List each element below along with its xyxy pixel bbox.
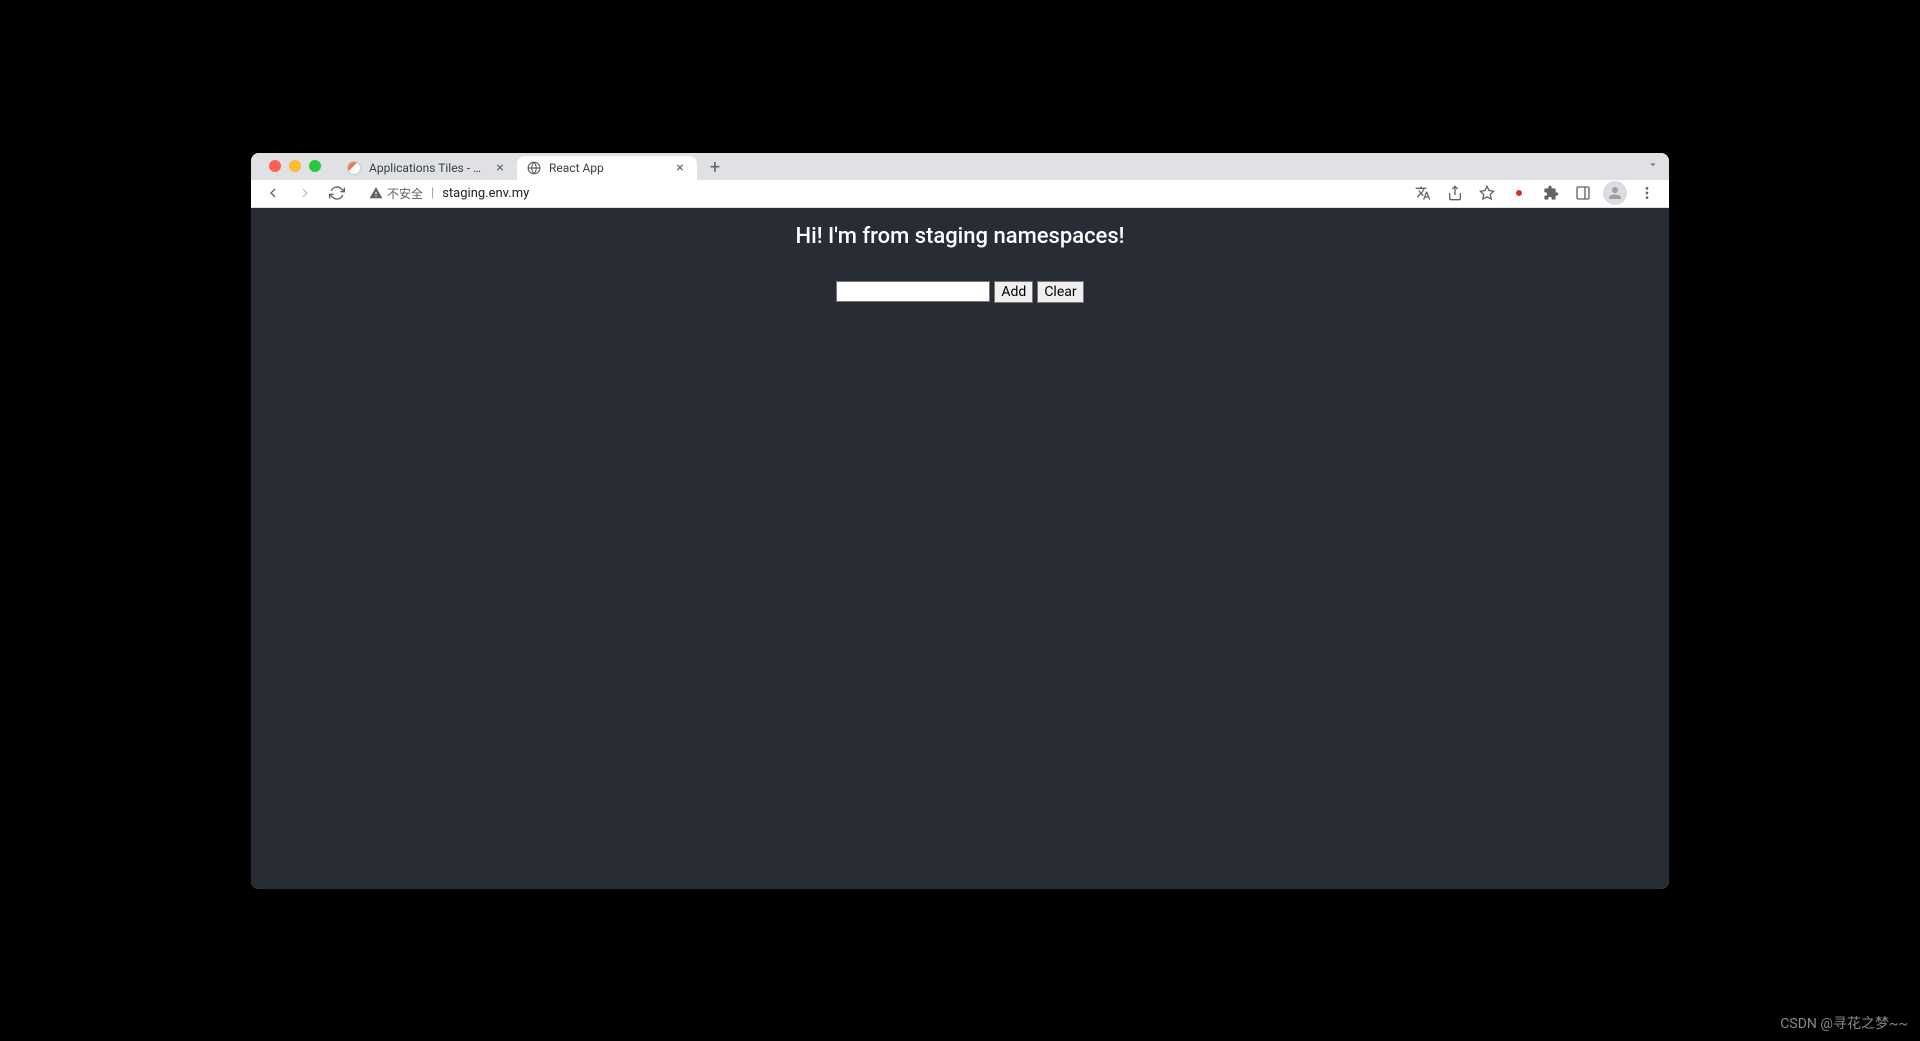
forward-button[interactable] xyxy=(291,179,319,207)
globe-favicon-icon xyxy=(527,161,541,175)
share-button[interactable] xyxy=(1441,179,1469,207)
warning-icon xyxy=(369,186,383,200)
menu-button[interactable] xyxy=(1633,179,1661,207)
divider: | xyxy=(431,186,434,201)
security-indicator[interactable]: 不安全 xyxy=(369,185,423,202)
notification-icon[interactable] xyxy=(1505,179,1533,207)
tabs-dropdown-button[interactable] xyxy=(1647,159,1659,174)
side-panel-button[interactable] xyxy=(1569,179,1597,207)
close-window-button[interactable] xyxy=(269,160,281,172)
security-label: 不安全 xyxy=(387,185,423,202)
argocd-favicon-icon xyxy=(347,161,361,175)
page-heading: Hi! I'm from staging namespaces! xyxy=(795,224,1124,249)
new-tab-button[interactable]: + xyxy=(701,156,729,180)
tab-argocd[interactable]: Applications Tiles - Argo CD × xyxy=(337,156,517,180)
tab-bar: Applications Tiles - Argo CD × React App… xyxy=(251,153,1669,180)
form-area: Add Clear xyxy=(836,281,1083,303)
minimize-window-button[interactable] xyxy=(289,160,301,172)
maximize-window-button[interactable] xyxy=(309,160,321,172)
tab-title: React App xyxy=(549,161,665,175)
translate-button[interactable] xyxy=(1409,179,1437,207)
browser-window: Applications Tiles - Argo CD × React App… xyxy=(251,153,1669,889)
toolbar-actions xyxy=(1409,179,1661,207)
toolbar: 不安全 | staging.env.my xyxy=(251,180,1669,208)
clear-button[interactable]: Clear xyxy=(1037,281,1083,303)
tab-react-app[interactable]: React App × xyxy=(517,156,697,180)
watermark: CSDN @寻花之梦~~ xyxy=(1780,1013,1908,1033)
add-button[interactable]: Add xyxy=(994,281,1033,303)
bookmark-button[interactable] xyxy=(1473,179,1501,207)
extensions-button[interactable] xyxy=(1537,179,1565,207)
profile-button[interactable] xyxy=(1601,179,1629,207)
window-controls xyxy=(261,153,329,180)
tabs-container: Applications Tiles - Argo CD × React App… xyxy=(337,153,729,180)
url-text: staging.env.my xyxy=(442,186,529,201)
tab-title: Applications Tiles - Argo CD xyxy=(369,161,485,175)
address-bar[interactable]: 不安全 | staging.env.my xyxy=(359,182,1401,204)
text-input[interactable] xyxy=(836,281,990,302)
close-tab-button[interactable]: × xyxy=(673,161,687,175)
reload-button[interactable] xyxy=(323,179,351,207)
back-button[interactable] xyxy=(259,179,287,207)
close-tab-button[interactable]: × xyxy=(493,161,507,175)
page-content: Hi! I'm from staging namespaces! Add Cle… xyxy=(251,208,1669,889)
